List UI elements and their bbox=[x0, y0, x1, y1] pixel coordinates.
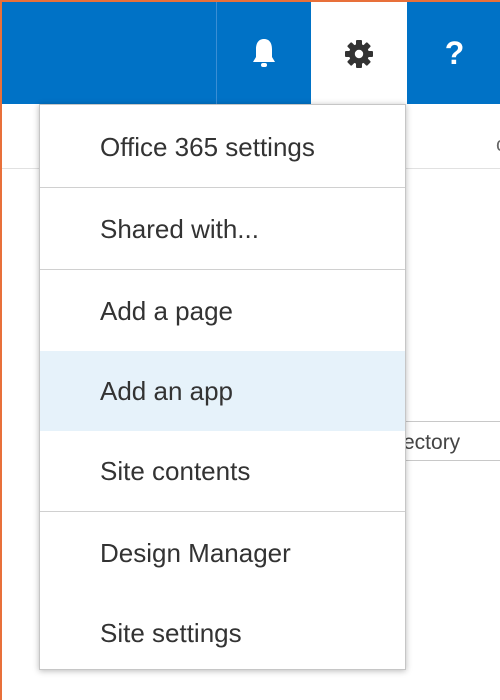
menu-item-add-a-page[interactable]: Add a page bbox=[40, 271, 405, 351]
menu-item-design-manager[interactable]: Design Manager bbox=[40, 513, 405, 593]
settings-button[interactable] bbox=[311, 2, 407, 106]
menu-item-add-an-app[interactable]: Add an app bbox=[40, 351, 405, 431]
menu-item-office-365-settings[interactable]: Office 365 settings bbox=[40, 107, 405, 187]
menu-divider bbox=[40, 187, 405, 188]
menu-item-site-settings[interactable]: Site settings bbox=[40, 593, 405, 673]
app-window: c ectory bbox=[0, 0, 500, 700]
notifications-button[interactable] bbox=[216, 2, 311, 104]
settings-menu: Office 365 settings Shared with... Add a… bbox=[39, 104, 406, 670]
menu-item-shared-with[interactable]: Shared with... bbox=[40, 189, 405, 269]
menu-divider bbox=[40, 269, 405, 270]
help-icon: ? bbox=[444, 35, 465, 71]
menu-divider bbox=[40, 511, 405, 512]
ribbon-tab-fragment[interactable]: c bbox=[496, 134, 500, 157]
directory-field-text: ectory bbox=[403, 431, 461, 454]
menu-item-site-contents[interactable]: Site contents bbox=[40, 431, 405, 511]
suite-bar: ? bbox=[2, 2, 500, 106]
gear-icon bbox=[345, 40, 373, 68]
bell-icon bbox=[253, 39, 275, 67]
help-button[interactable]: ? bbox=[407, 2, 500, 104]
